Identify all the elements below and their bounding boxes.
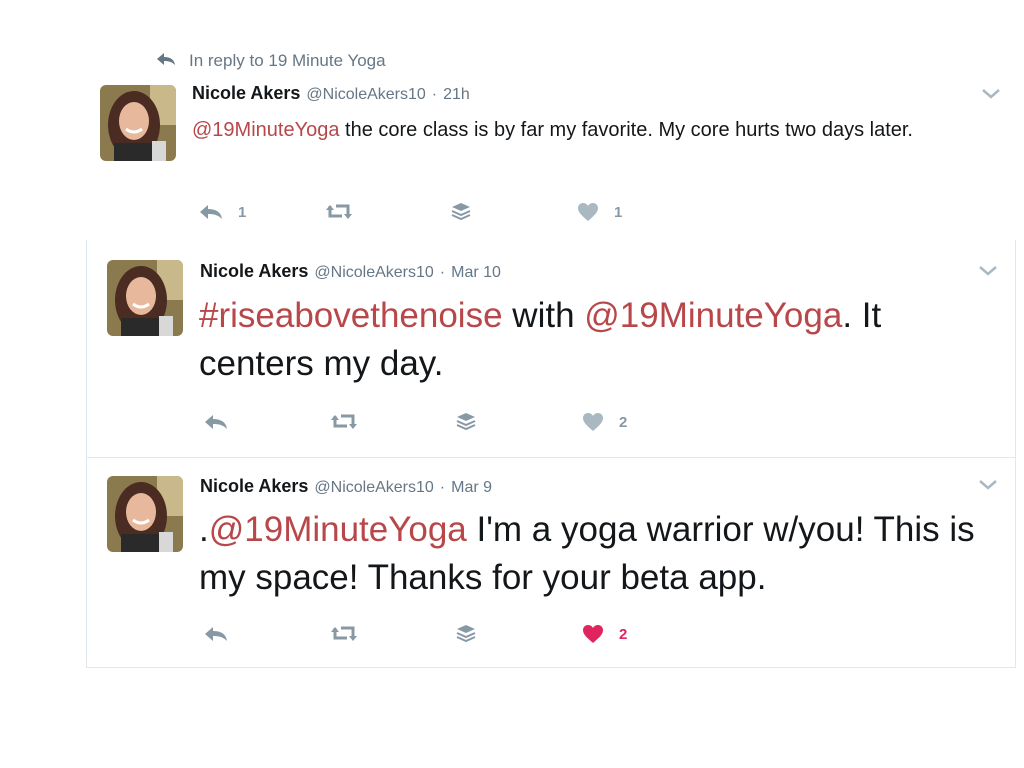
tweet-actions: 2 <box>203 623 707 645</box>
reply-context[interactable]: In reply to 19 Minute Yoga <box>155 50 386 72</box>
display-name[interactable]: Nicole Akers <box>200 261 308 282</box>
heart-icon <box>576 201 600 223</box>
like-count: 2 <box>619 413 628 431</box>
timestamp[interactable]: Mar 9 <box>451 479 492 497</box>
tweet-actions: 2 <box>203 411 707 433</box>
add-to-moment-button[interactable] <box>455 411 581 433</box>
tweet-text-body: with <box>502 296 585 335</box>
tweet-text: @19MinuteYoga the core class is by far m… <box>192 115 1002 145</box>
mention-link[interactable]: @19MinuteYoga <box>584 296 842 335</box>
retweet-button[interactable] <box>329 624 455 644</box>
reply-count: 1 <box>238 203 247 221</box>
tweet-text: .@19MinuteYoga I'm a yoga warrior w/you!… <box>199 506 999 602</box>
retweet-icon <box>329 624 359 644</box>
retweet-icon <box>329 412 359 432</box>
reply-button[interactable]: 1 <box>198 203 324 221</box>
mention-link[interactable]: @19MinuteYoga <box>192 119 339 141</box>
tweet-header: Nicole Akers @NicoleAkers10 · Mar 9 <box>200 476 492 497</box>
meta-separator: · <box>431 86 438 103</box>
handle[interactable]: @NicoleAkers10 <box>306 86 425 104</box>
reply-icon <box>198 203 224 221</box>
heart-icon <box>581 411 605 433</box>
tweet[interactable]: Nicole Akers @NicoleAkers10 · 21h @19Min… <box>90 75 1020 240</box>
stack-icon <box>450 201 472 223</box>
chevron-down-icon[interactable] <box>977 478 999 492</box>
mention-link[interactable]: @19MinuteYoga <box>209 510 467 549</box>
like-button[interactable]: 2 <box>581 623 707 645</box>
meta-separator: · <box>439 479 446 496</box>
stack-icon <box>455 623 477 645</box>
reply-button[interactable] <box>203 625 329 643</box>
reply-context-icon <box>155 51 177 72</box>
tweet-header: Nicole Akers @NicoleAkers10 · 21h <box>192 83 470 104</box>
add-to-moment-button[interactable] <box>455 623 581 645</box>
tweet-text-body: the core class is by far my favorite. My… <box>339 119 913 141</box>
avatar[interactable] <box>107 476 183 552</box>
hashtag-link[interactable]: #riseabovethenoise <box>199 296 503 335</box>
tweet-text: #riseabovethenoise with @19MinuteYoga. I… <box>199 292 999 388</box>
avatar[interactable] <box>100 85 176 161</box>
reply-icon <box>203 625 229 643</box>
retweet-button[interactable] <box>324 202 450 222</box>
meta-separator: · <box>439 264 446 281</box>
tweet-header: Nicole Akers @NicoleAkers10 · Mar 10 <box>200 261 501 282</box>
timestamp[interactable]: 21h <box>443 86 470 104</box>
tweet[interactable]: Nicole Akers @NicoleAkers10 · Mar 9 .@19… <box>86 458 1016 668</box>
timestamp[interactable]: Mar 10 <box>451 264 501 282</box>
retweet-button[interactable] <box>329 412 455 432</box>
tweet-text-prefix: . <box>199 510 209 549</box>
like-count: 2 <box>619 625 628 643</box>
stack-icon <box>455 411 477 433</box>
display-name[interactable]: Nicole Akers <box>192 83 300 104</box>
like-button[interactable]: 2 <box>581 411 707 433</box>
chevron-down-icon[interactable] <box>977 264 999 278</box>
handle[interactable]: @NicoleAkers10 <box>314 264 433 282</box>
reply-context-text: In reply to 19 Minute Yoga <box>189 51 386 70</box>
tweet[interactable]: Nicole Akers @NicoleAkers10 · Mar 10 #ri… <box>86 240 1016 458</box>
avatar[interactable] <box>107 260 183 336</box>
like-button[interactable]: 1 <box>576 201 702 223</box>
chevron-down-icon[interactable] <box>980 87 1002 101</box>
retweet-icon <box>324 202 354 222</box>
heart-icon <box>581 623 605 645</box>
add-to-moment-button[interactable] <box>450 201 576 223</box>
like-count: 1 <box>614 203 623 221</box>
reply-icon <box>203 413 229 431</box>
tweet-actions: 1 1 <box>198 201 702 223</box>
display-name[interactable]: Nicole Akers <box>200 476 308 497</box>
handle[interactable]: @NicoleAkers10 <box>314 479 433 497</box>
reply-button[interactable] <box>203 413 329 431</box>
